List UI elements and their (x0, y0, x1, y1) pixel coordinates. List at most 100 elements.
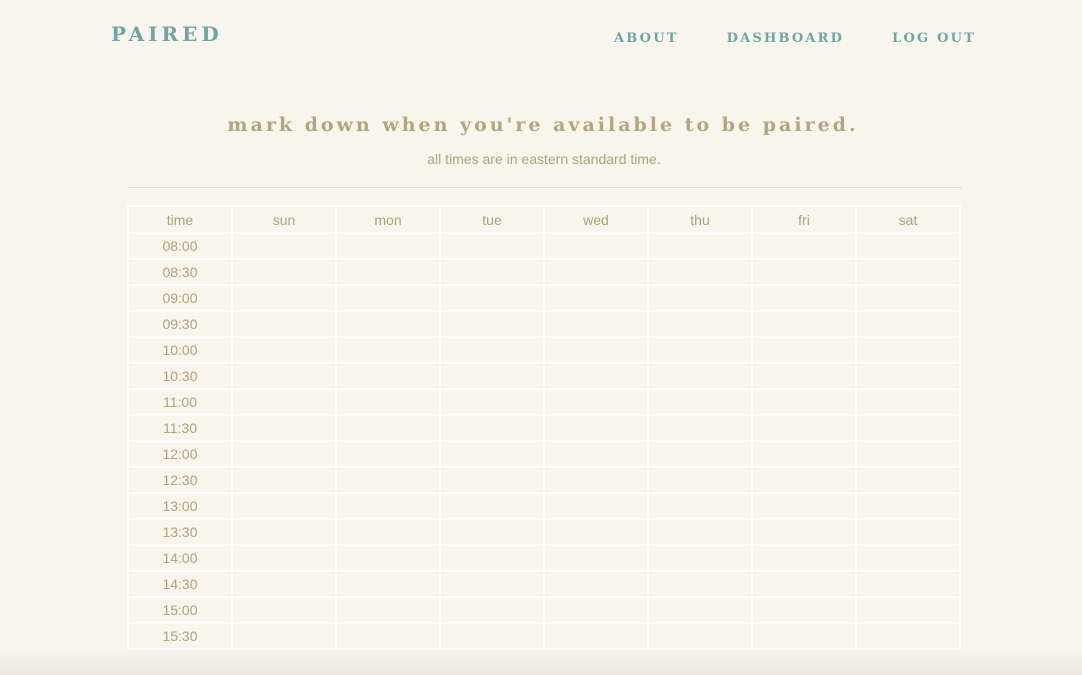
availability-slot-thu[interactable] (647, 570, 753, 598)
availability-slot-thu[interactable] (647, 492, 753, 520)
availability-slot-sun[interactable] (231, 310, 337, 338)
availability-slot-thu[interactable] (647, 336, 753, 364)
availability-slot-thu[interactable] (647, 466, 753, 494)
availability-slot-tue[interactable] (439, 622, 545, 650)
availability-slot-fri[interactable] (751, 622, 857, 650)
availability-slot-mon[interactable] (335, 258, 441, 286)
availability-slot-sat[interactable] (855, 258, 961, 286)
availability-slot-wed[interactable] (543, 440, 649, 468)
availability-slot-tue[interactable] (439, 466, 545, 494)
availability-slot-wed[interactable] (543, 414, 649, 442)
availability-slot-thu[interactable] (647, 362, 753, 390)
availability-slot-fri[interactable] (751, 232, 857, 260)
availability-slot-thu[interactable] (647, 232, 753, 260)
availability-slot-mon[interactable] (335, 310, 441, 338)
availability-slot-mon[interactable] (335, 414, 441, 442)
availability-slot-fri[interactable] (751, 258, 857, 286)
availability-slot-wed[interactable] (543, 362, 649, 390)
availability-slot-thu[interactable] (647, 310, 753, 338)
availability-slot-sun[interactable] (231, 492, 337, 520)
availability-slot-sat[interactable] (855, 492, 961, 520)
availability-slot-fri[interactable] (751, 362, 857, 390)
availability-slot-mon[interactable] (335, 466, 441, 494)
availability-slot-tue[interactable] (439, 596, 545, 624)
availability-slot-fri[interactable] (751, 544, 857, 572)
availability-slot-sat[interactable] (855, 284, 961, 312)
availability-slot-tue[interactable] (439, 232, 545, 260)
availability-slot-wed[interactable] (543, 310, 649, 338)
availability-slot-sat[interactable] (855, 232, 961, 260)
availability-slot-sat[interactable] (855, 440, 961, 468)
availability-slot-sat[interactable] (855, 336, 961, 364)
availability-slot-sat[interactable] (855, 544, 961, 572)
availability-slot-tue[interactable] (439, 570, 545, 598)
availability-slot-fri[interactable] (751, 492, 857, 520)
availability-slot-fri[interactable] (751, 388, 857, 416)
availability-slot-thu[interactable] (647, 518, 753, 546)
availability-slot-sat[interactable] (855, 570, 961, 598)
availability-slot-sun[interactable] (231, 544, 337, 572)
availability-slot-fri[interactable] (751, 414, 857, 442)
availability-slot-mon[interactable] (335, 596, 441, 624)
availability-slot-sun[interactable] (231, 388, 337, 416)
availability-slot-tue[interactable] (439, 284, 545, 312)
availability-slot-tue[interactable] (439, 310, 545, 338)
nav-about-link[interactable]: ABOUT (614, 31, 679, 46)
availability-slot-fri[interactable] (751, 596, 857, 624)
availability-slot-mon[interactable] (335, 518, 441, 546)
availability-slot-wed[interactable] (543, 622, 649, 650)
availability-slot-sun[interactable] (231, 596, 337, 624)
brand-logo[interactable]: PAIRED (111, 22, 223, 46)
availability-slot-thu[interactable] (647, 258, 753, 286)
availability-slot-wed[interactable] (543, 258, 649, 286)
availability-slot-sat[interactable] (855, 362, 961, 390)
availability-slot-wed[interactable] (543, 232, 649, 260)
availability-slot-mon[interactable] (335, 388, 441, 416)
nav-dashboard-link[interactable]: DASHBOARD (727, 31, 845, 46)
availability-slot-sun[interactable] (231, 284, 337, 312)
availability-slot-sun[interactable] (231, 622, 337, 650)
availability-slot-sat[interactable] (855, 310, 961, 338)
availability-slot-thu[interactable] (647, 440, 753, 468)
availability-slot-thu[interactable] (647, 622, 753, 650)
availability-slot-wed[interactable] (543, 596, 649, 624)
availability-slot-tue[interactable] (439, 544, 545, 572)
availability-slot-wed[interactable] (543, 492, 649, 520)
availability-slot-mon[interactable] (335, 232, 441, 260)
availability-slot-fri[interactable] (751, 310, 857, 338)
availability-slot-tue[interactable] (439, 258, 545, 286)
availability-slot-thu[interactable] (647, 388, 753, 416)
availability-slot-sun[interactable] (231, 362, 337, 390)
availability-slot-fri[interactable] (751, 284, 857, 312)
availability-slot-thu[interactable] (647, 544, 753, 572)
availability-slot-wed[interactable] (543, 388, 649, 416)
availability-slot-fri[interactable] (751, 466, 857, 494)
availability-slot-sun[interactable] (231, 414, 337, 442)
availability-slot-sun[interactable] (231, 440, 337, 468)
availability-slot-wed[interactable] (543, 570, 649, 598)
availability-slot-sun[interactable] (231, 570, 337, 598)
availability-slot-mon[interactable] (335, 622, 441, 650)
availability-slot-sun[interactable] (231, 258, 337, 286)
availability-slot-wed[interactable] (543, 518, 649, 546)
availability-slot-fri[interactable] (751, 440, 857, 468)
availability-slot-tue[interactable] (439, 336, 545, 364)
availability-slot-mon[interactable] (335, 362, 441, 390)
availability-slot-wed[interactable] (543, 466, 649, 494)
availability-slot-sun[interactable] (231, 232, 337, 260)
availability-slot-tue[interactable] (439, 362, 545, 390)
availability-slot-sat[interactable] (855, 518, 961, 546)
availability-slot-tue[interactable] (439, 440, 545, 468)
availability-slot-sat[interactable] (855, 414, 961, 442)
availability-slot-mon[interactable] (335, 544, 441, 572)
availability-slot-sun[interactable] (231, 336, 337, 364)
availability-slot-thu[interactable] (647, 414, 753, 442)
availability-slot-wed[interactable] (543, 544, 649, 572)
availability-slot-mon[interactable] (335, 336, 441, 364)
availability-slot-mon[interactable] (335, 284, 441, 312)
availability-slot-sat[interactable] (855, 466, 961, 494)
availability-slot-sat[interactable] (855, 596, 961, 624)
availability-slot-mon[interactable] (335, 570, 441, 598)
availability-slot-wed[interactable] (543, 284, 649, 312)
availability-slot-sat[interactable] (855, 388, 961, 416)
